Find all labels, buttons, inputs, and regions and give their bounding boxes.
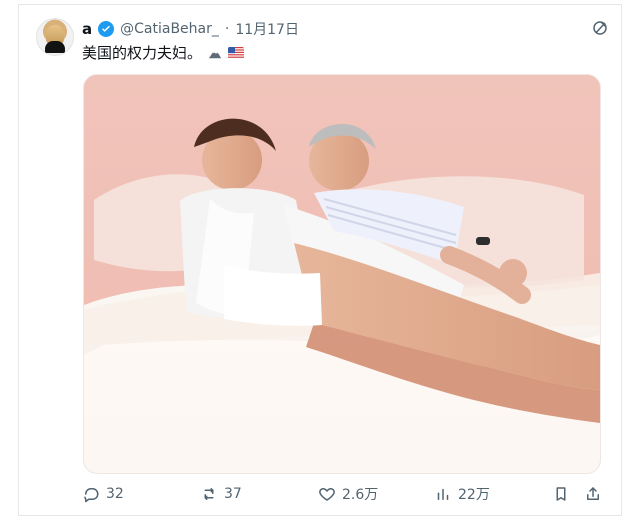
post-date[interactable]: 11月17日 xyxy=(235,19,299,39)
avatar-body-icon xyxy=(45,41,65,53)
reply-count: 32 xyxy=(106,486,124,502)
post-text: 美国的权力夫妇。 xyxy=(82,42,245,63)
mountain-emoji-icon xyxy=(208,50,222,58)
reply-button[interactable]: 32 xyxy=(82,482,124,506)
share-icon[interactable] xyxy=(584,485,602,503)
retweet-count: 37 xyxy=(224,486,242,502)
post-body: 美国的权力夫妇。 xyxy=(82,44,203,62)
retweet-button[interactable]: 37 xyxy=(200,482,242,506)
views-icon xyxy=(437,488,449,500)
display-name[interactable]: a xyxy=(82,20,92,38)
bed-photo xyxy=(84,75,600,473)
like-button[interactable]: 2.6万 xyxy=(318,482,378,506)
views-count: 22万 xyxy=(458,487,490,503)
post-header: a @CatiaBehar_ · 11月17日 xyxy=(82,20,299,38)
action-bar: 32 37 2.6万 22万 xyxy=(82,482,602,506)
separator-dot: · xyxy=(224,21,230,37)
extra-actions xyxy=(552,482,602,506)
avatar[interactable] xyxy=(36,18,74,56)
verified-badge-icon xyxy=(98,21,115,37)
bookmark-icon[interactable] xyxy=(552,485,570,503)
views-button[interactable]: 22万 xyxy=(434,482,490,506)
us-flag-emoji-icon xyxy=(228,46,245,59)
retweet-icon xyxy=(204,488,214,500)
handle[interactable]: @CatiaBehar_ xyxy=(120,21,219,37)
media-image[interactable] xyxy=(83,74,601,474)
heart-icon xyxy=(319,488,335,501)
reply-icon xyxy=(84,488,99,503)
grok-icon[interactable] xyxy=(591,19,609,37)
like-count: 2.6万 xyxy=(342,487,379,503)
